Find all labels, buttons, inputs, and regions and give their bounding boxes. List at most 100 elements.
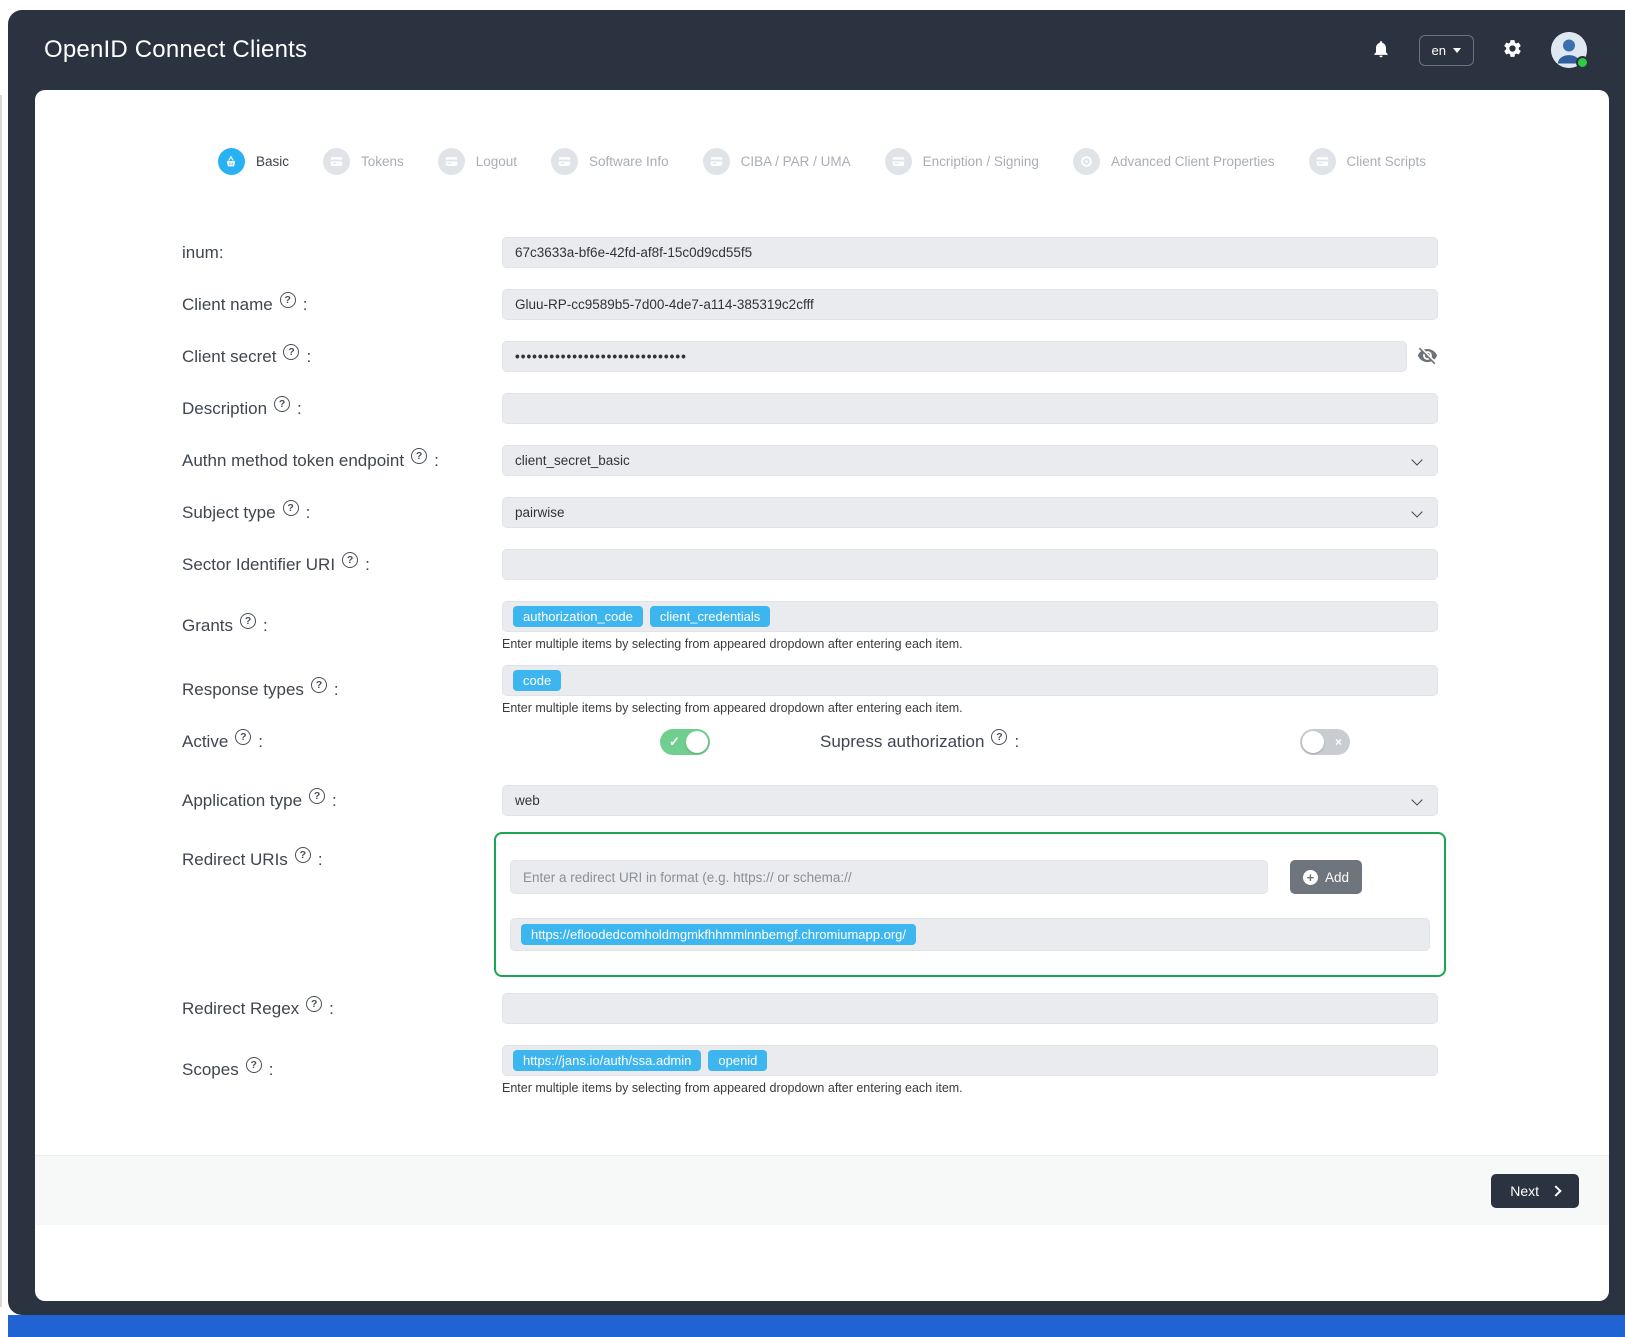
field-row-grants: Grants ? : authorization_code client_cre… [182, 601, 1438, 651]
authn-method-select[interactable]: client_secret_basic [502, 445, 1438, 476]
step-label: Tokens [361, 154, 404, 169]
redirect-uris-highlight-box: + Add https://efloodedcomholdmgmkfhhmmln… [494, 832, 1446, 977]
next-button[interactable]: Next [1491, 1174, 1579, 1208]
step-label: Advanced Client Properties [1111, 154, 1275, 169]
subject-type-label: Subject type ? : [182, 503, 502, 523]
authn-method-label: Authn method token endpoint ? : [182, 451, 502, 471]
inum-input[interactable] [502, 237, 1438, 268]
field-row-authn-method: Authn method token endpoint ? : client_s… [182, 445, 1438, 476]
help-icon[interactable]: ? [274, 396, 290, 412]
wizard-steps: Basic Tokens Logout [35, 90, 1609, 175]
scopes-label: Scopes ? : [182, 1060, 502, 1080]
application-type-label: Application type ? : [182, 791, 502, 811]
scopes-input[interactable]: https://jans.io/auth/ssa.admin openid [502, 1045, 1438, 1076]
field-row-client-secret: Client secret ? : [182, 341, 1438, 372]
help-icon[interactable]: ? [240, 613, 256, 629]
field-row-redirect-uris: Redirect URIs ? : + Add [182, 832, 1438, 977]
chevron-down-icon [1411, 454, 1422, 465]
compass-icon [1073, 148, 1100, 175]
scopes-helper-text: Enter multiple items by selecting from a… [502, 1081, 1438, 1095]
language-selector[interactable]: en [1419, 35, 1474, 66]
redirect-uri-input[interactable] [510, 860, 1268, 894]
help-icon[interactable]: ? [309, 788, 325, 804]
help-icon[interactable]: ? [283, 344, 299, 360]
help-icon[interactable]: ? [280, 292, 296, 308]
left-edge-divider [0, 95, 2, 1307]
application-type-select[interactable]: web [502, 785, 1438, 816]
language-value: en [1432, 43, 1446, 58]
toggle-secret-visibility-button[interactable] [1417, 345, 1438, 369]
step-client-scripts[interactable]: Client Scripts [1309, 148, 1427, 175]
active-toggle[interactable]: ✓ [660, 729, 710, 755]
grant-tag[interactable]: authorization_code [513, 606, 643, 627]
help-icon[interactable]: ? [235, 729, 251, 745]
content-card: Basic Tokens Logout [35, 90, 1609, 1301]
step-tokens[interactable]: Tokens [323, 148, 404, 175]
notifications-button[interactable] [1371, 38, 1391, 63]
description-input[interactable] [502, 393, 1438, 424]
help-icon[interactable]: ? [246, 1057, 262, 1073]
description-label: Description ? : [182, 399, 502, 419]
client-secret-input[interactable] [502, 341, 1407, 372]
application-type-value: web [515, 793, 540, 808]
inum-label: inum: [182, 243, 502, 263]
scope-tag[interactable]: https://jans.io/auth/ssa.admin [513, 1050, 701, 1071]
add-redirect-uri-button[interactable]: + Add [1290, 860, 1362, 894]
step-label: Basic [256, 154, 289, 169]
supress-authorization-toggle[interactable]: × [1300, 729, 1350, 755]
authn-method-value: client_secret_basic [515, 453, 630, 468]
app-frame: OpenID Connect Clients en [8, 10, 1625, 1315]
step-ciba-par-uma[interactable]: CIBA / PAR / UMA [703, 148, 851, 175]
grant-tag[interactable]: client_credentials [650, 606, 770, 627]
response-types-input[interactable]: code [502, 665, 1438, 696]
redirect-regex-input[interactable] [502, 993, 1438, 1024]
response-type-tag[interactable]: code [513, 670, 561, 691]
step-encription-signing[interactable]: Encription / Signing [885, 148, 1039, 175]
step-label: Logout [476, 154, 517, 169]
scope-tag[interactable]: openid [708, 1050, 767, 1071]
redirect-uri-tag[interactable]: https://efloodedcomholdmgmkfhhmmlnnbemgf… [521, 924, 916, 945]
supress-authorization-label: Supress authorization ? : [820, 732, 1019, 752]
step-label: Encription / Signing [923, 154, 1039, 169]
form-footer: Next [35, 1155, 1609, 1225]
help-icon[interactable]: ? [306, 996, 322, 1012]
subject-type-select[interactable]: pairwise [502, 497, 1438, 528]
chevron-down-icon [1411, 794, 1422, 805]
help-icon[interactable]: ? [342, 552, 358, 568]
top-bar: OpenID Connect Clients en [8, 10, 1625, 90]
field-row-description: Description ? : [182, 393, 1438, 424]
step-label: CIBA / PAR / UMA [741, 154, 851, 169]
card-icon [438, 148, 465, 175]
card-bottom-spacer [35, 1225, 1609, 1271]
settings-button[interactable] [1502, 38, 1523, 62]
step-software-info[interactable]: Software Info [551, 148, 669, 175]
grants-input[interactable]: authorization_code client_credentials [502, 601, 1438, 632]
field-row-subject-type: Subject type ? : pairwise [182, 497, 1438, 528]
help-icon[interactable]: ? [411, 448, 427, 464]
field-row-sector-identifier-uri: Sector Identifier URI ? : [182, 549, 1438, 580]
help-icon[interactable]: ? [295, 847, 311, 863]
card-icon [1309, 148, 1336, 175]
chevron-right-icon [1550, 1185, 1561, 1196]
card-icon [885, 148, 912, 175]
top-bar-actions: en [1371, 32, 1587, 68]
chevron-down-icon [1453, 48, 1461, 53]
help-icon[interactable]: ? [311, 677, 327, 693]
sector-identifier-uri-input[interactable] [502, 549, 1438, 580]
card-icon [703, 148, 730, 175]
step-logout[interactable]: Logout [438, 148, 517, 175]
user-avatar[interactable] [1551, 32, 1587, 68]
redirect-uris-label: Redirect URIs ? : [182, 832, 502, 870]
subject-type-value: pairwise [515, 505, 565, 520]
bottom-accent-bar [8, 1315, 1625, 1337]
step-basic[interactable]: Basic [218, 148, 289, 175]
grants-helper-text: Enter multiple items by selecting from a… [502, 637, 1438, 651]
help-icon[interactable]: ? [283, 500, 299, 516]
redirect-uris-list[interactable]: https://efloodedcomholdmgmkfhhmmlnnbemgf… [510, 918, 1430, 951]
field-row-scopes: Scopes ? : https://jans.io/auth/ssa.admi… [182, 1045, 1438, 1095]
client-name-input[interactable] [502, 289, 1438, 320]
help-icon[interactable]: ? [991, 729, 1007, 745]
step-advanced-client-properties[interactable]: Advanced Client Properties [1073, 148, 1275, 175]
sector-identifier-uri-label: Sector Identifier URI ? : [182, 555, 502, 575]
toggle-knob [1302, 731, 1324, 753]
